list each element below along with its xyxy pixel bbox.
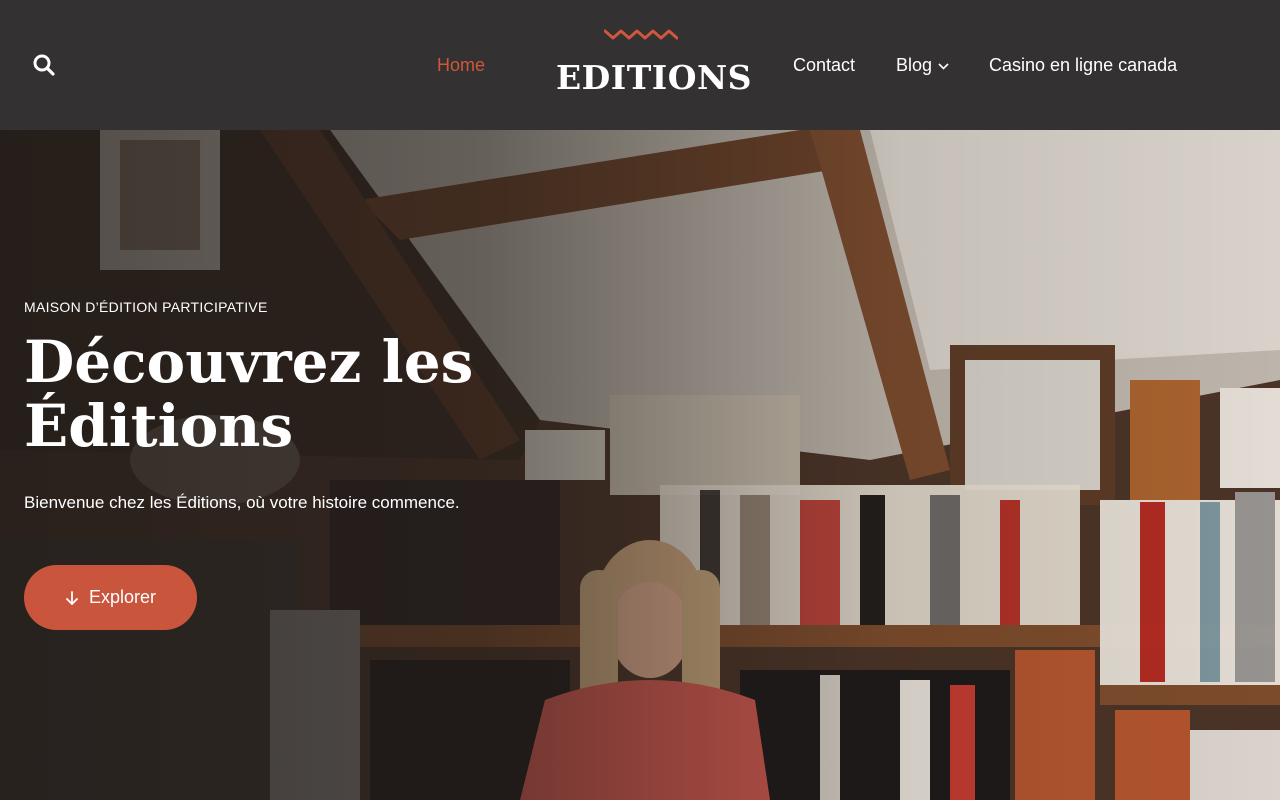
hero-subtitle: Bienvenue chez les Éditions, où votre hi… — [24, 493, 460, 512]
search-icon[interactable] — [32, 53, 56, 77]
explore-button[interactable]: Explorer — [24, 565, 197, 630]
site-header: Home EDITIONS Contact Blog Casino en lig… — [0, 0, 1280, 130]
nav-blog-link[interactable]: Blog — [896, 54, 949, 76]
hero-overlay — [0, 130, 1280, 800]
logo-text: EDITIONS — [556, 58, 752, 97]
arrow-down-icon — [66, 590, 78, 605]
nav-casino-link[interactable]: Casino en ligne canada — [989, 54, 1177, 76]
site-logo[interactable]: EDITIONS — [556, 24, 752, 104]
hero-title: Découvrez les Éditions — [24, 328, 474, 460]
nav-contact-link[interactable]: Contact — [793, 54, 855, 76]
explore-button-label: Explorer — [88, 587, 157, 607]
nav-blog-label: Blog — [896, 55, 933, 75]
hero-section: MAISON D’ÉDITION PARTICIPATIVE Découvrez… — [0, 130, 1280, 800]
zigzag-wave-icon — [604, 29, 678, 40]
hero-eyebrow: MAISON D’ÉDITION PARTICIPATIVE — [24, 299, 268, 315]
nav-home-link[interactable]: Home — [437, 54, 485, 76]
chevron-down-icon — [938, 63, 949, 70]
